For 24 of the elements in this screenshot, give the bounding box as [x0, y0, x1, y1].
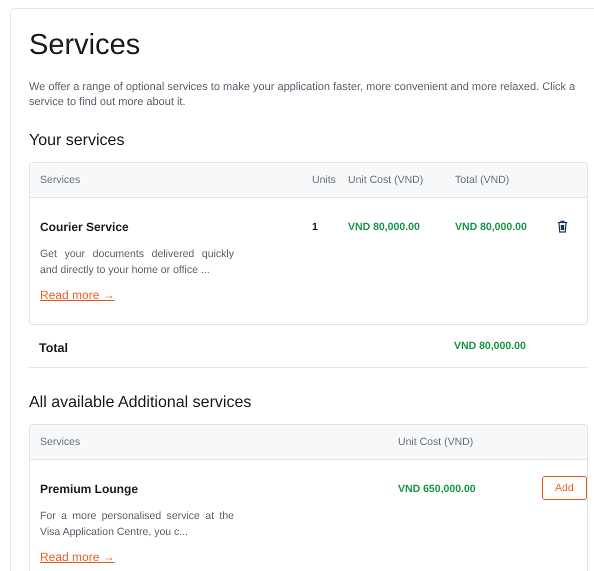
total-cell-text: VND 80,000.00: [455, 220, 528, 233]
unit-cost-cell-text: VND 650,000.00: [398, 482, 477, 495]
add-button[interactable]: Add: [542, 476, 587, 500]
intro-text: We offer a range of optional services to make your application faster, more convenient and more relaxed. Click a service to find out more about it.: [29, 80, 576, 110]
column-header: Services: [40, 174, 82, 186]
page-title: Services: [29, 29, 142, 62]
service-name: Premium Lounge: [40, 482, 138, 496]
service-name: Courier Service: [40, 220, 129, 234]
column-header: Unit Cost (VND): [348, 174, 424, 186]
service-description: For a more personalised service at the Visa Application Centre, you c...: [40, 509, 234, 540]
column-header: Services: [40, 436, 82, 448]
column-header: Units: [312, 174, 337, 186]
delete-icon[interactable]: [557, 220, 568, 233]
unit-cost-cell-text: VND 80,000.00: [348, 220, 421, 233]
grand-total: VND 80,000.00: [454, 339, 527, 352]
column-header: Total (VND): [455, 174, 510, 186]
column-header: Unit Cost (VND): [398, 436, 474, 448]
read-more-link[interactable]: Read more →: [40, 550, 115, 564]
section-heading: All available Additional services: [29, 394, 252, 412]
service-description: Get your documents delivered quickly and directly to your home or office ...: [40, 247, 234, 278]
units-cell-text: 1: [312, 220, 319, 233]
section-heading: Your services: [29, 132, 126, 150]
total-label: Total: [39, 340, 69, 355]
read-more-link[interactable]: Read more →: [40, 288, 115, 302]
